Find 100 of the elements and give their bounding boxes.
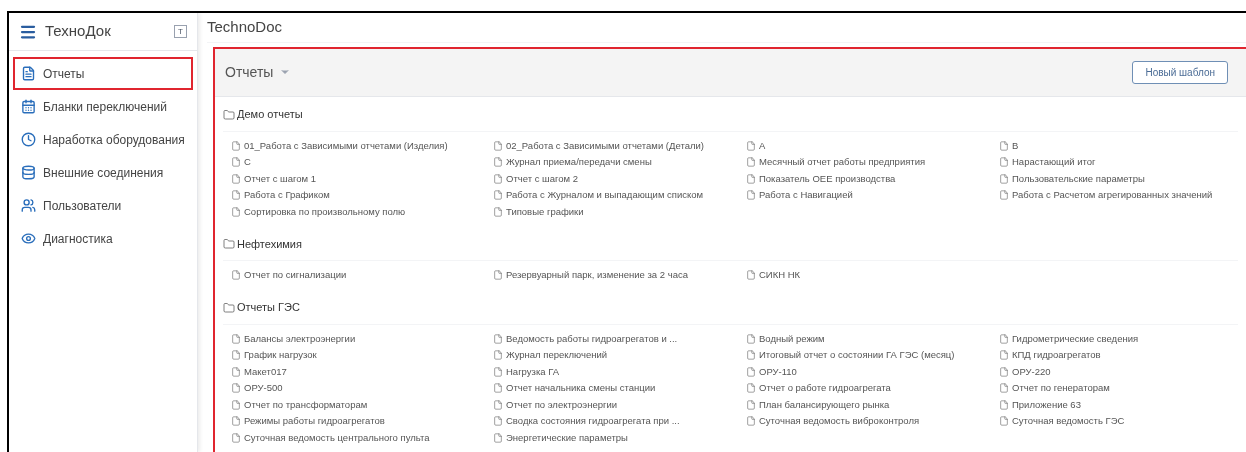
file-icon [493,383,503,394]
file-icon [999,157,1009,168]
file-icon [493,416,503,427]
report-link[interactable]: КПД гидроагрегатов [999,347,1238,364]
report-name: Журнал приема/передачи смены [506,155,652,170]
file-icon [999,399,1009,410]
report-link[interactable]: ОРУ-110 [746,363,999,380]
report-link[interactable]: Макет017 [231,363,493,380]
report-link[interactable]: Приложение 63 [999,396,1238,413]
file-icon [999,350,1009,361]
report-link[interactable]: Отчет о работе гидроагрегата [746,380,999,397]
report-link[interactable]: Сводка состояния гидроагрегата при ... [493,413,746,430]
report-name: B [1012,138,1019,153]
report-link[interactable]: Резервуарный парк, изменение за 2 часа [493,267,746,284]
report-link[interactable]: Отчет с шагом 1 [231,170,493,187]
file-icon [746,270,756,281]
page-title: TechnoDoc [207,17,283,37]
report-link[interactable]: Водный режим [746,330,999,347]
report-name: Отчет по электроэнергии [506,397,618,412]
report-link[interactable]: Работа с Расчетом агрегированных значений [999,187,1238,204]
report-name: Режимы работы гидроагрегатов [244,414,385,429]
sidebar-label: Наработка оборудования [43,131,185,149]
report-name: Суточная ведомость центрального пульта [244,430,430,445]
users-icon [21,198,36,213]
report-link[interactable]: ОРУ-500 [231,380,493,397]
file-icon [231,383,241,394]
report-link[interactable]: Показатель OEE производства [746,170,999,187]
report-link[interactable]: Работа с Журналом и выпадающим списком [493,187,746,204]
sidebar-label: Внешние соединения [43,164,164,182]
report-link[interactable]: 02_Работа с Зависимыми отчетами (Детали) [493,137,746,154]
report-link[interactable]: Режимы работы гидроагрегатов [231,413,493,430]
report-name: СИКН НК [759,268,801,283]
group-title: Отчеты ГЭС [237,300,300,316]
report-link[interactable]: ОРУ-220 [999,363,1238,380]
file-icon [746,416,756,427]
file-icon [999,173,1009,184]
sidebar-item[interactable]: Наработка оборудования [13,123,193,156]
report-link[interactable]: Итоговый отчет о состоянии ГА ГЭС (месяц) [746,347,999,364]
report-link[interactable]: Сортировка по произвольному полю [231,203,493,220]
report-link[interactable]: Месячный отчет работы предприятия [746,154,999,171]
report-link[interactable]: Гидрометрические сведения [999,330,1238,347]
report-link[interactable]: Отчет начальника смены станции [493,380,746,397]
report-link[interactable]: Отчет по сигнализации [231,267,493,284]
report-name: Резервуарный парк, изменение за 2 часа [506,268,688,283]
report-link[interactable]: СИКН НК [746,267,999,284]
report-link[interactable]: Работа с Графиком [231,187,493,204]
report-link[interactable]: Суточная ведомость центрального пульта [231,429,493,446]
file-icon [746,157,756,168]
file-icon [493,173,503,184]
report-name: Гидрометрические сведения [1012,331,1139,346]
report-link[interactable]: Пользовательские параметры [999,170,1238,187]
report-link[interactable]: C [231,154,493,171]
report-name: Энергетические параметры [506,430,628,445]
report-link[interactable]: Отчет по генераторам [999,380,1238,397]
file-icon [493,270,503,281]
report-link[interactable]: Журнал переключений [493,347,746,364]
pin-button[interactable]: T [174,25,187,38]
report-name: Показатель OEE производства [759,171,896,186]
file-icon [493,432,503,443]
report-name: Работа с Графиком [244,188,330,203]
report-link[interactable]: Ведомость работы гидроагрегатов и ... [493,330,746,347]
report-link[interactable]: График нагрузок [231,347,493,364]
report-link[interactable]: Балансы электроэнергии [231,330,493,347]
report-link[interactable]: Суточная ведомость ГЭС [999,413,1238,430]
report-link[interactable]: Суточная ведомость виброконтроля [746,413,999,430]
report-name: Макет017 [244,364,287,379]
report-link[interactable]: 01_Работа с Зависимыми отчетами (Изделия) [231,137,493,154]
report-name: Водный режим [759,331,825,346]
report-link[interactable]: Нагрузка ГА [493,363,746,380]
report-link[interactable]: План балансирующего рынка [746,396,999,413]
sidebar-item[interactable]: Отчеты [13,57,193,90]
sidebar-item[interactable]: Пользователи [13,189,193,222]
report-name: Балансы электроэнергии [244,331,356,346]
report-link[interactable]: Работа с Навигацией [746,187,999,204]
file-icon [231,206,241,217]
report-name: Типовые графики [506,204,584,219]
file-icon [231,157,241,168]
report-link[interactable]: Журнал приема/передачи смены [493,154,746,171]
sidebar-item[interactable]: Внешние соединения [13,156,193,189]
report-link[interactable]: A [746,137,999,154]
report-name: ОРУ-500 [244,381,283,396]
sidebar-item[interactable]: Бланки переключений [13,90,193,123]
report-link[interactable]: Отчет по трансформаторам [231,396,493,413]
report-link[interactable]: B [999,137,1238,154]
sidebar-label: Пользователи [43,197,122,215]
report-name: Месячный отчет работы предприятия [759,155,926,170]
sidebar-item[interactable]: Диагностика [13,222,193,255]
report-link[interactable]: Отчет по электроэнергии [493,396,746,413]
app-title: ТехноДок [45,21,111,42]
report-link[interactable]: Нарастающий итог [999,154,1238,171]
report-link[interactable]: Отчет с шагом 2 [493,170,746,187]
file-icon [746,190,756,201]
file-icon [493,206,503,217]
report-link[interactable]: Энергетические параметры [493,429,746,446]
file-icon [746,350,756,361]
report-name: 02_Работа с Зависимыми отчетами (Детали) [506,138,704,153]
report-link[interactable]: Типовые графики [493,203,746,220]
file-icon [231,432,241,443]
new-template-button[interactable]: Новый шаблон [1132,60,1228,84]
sidebar-label: Отчеты [43,65,85,83]
